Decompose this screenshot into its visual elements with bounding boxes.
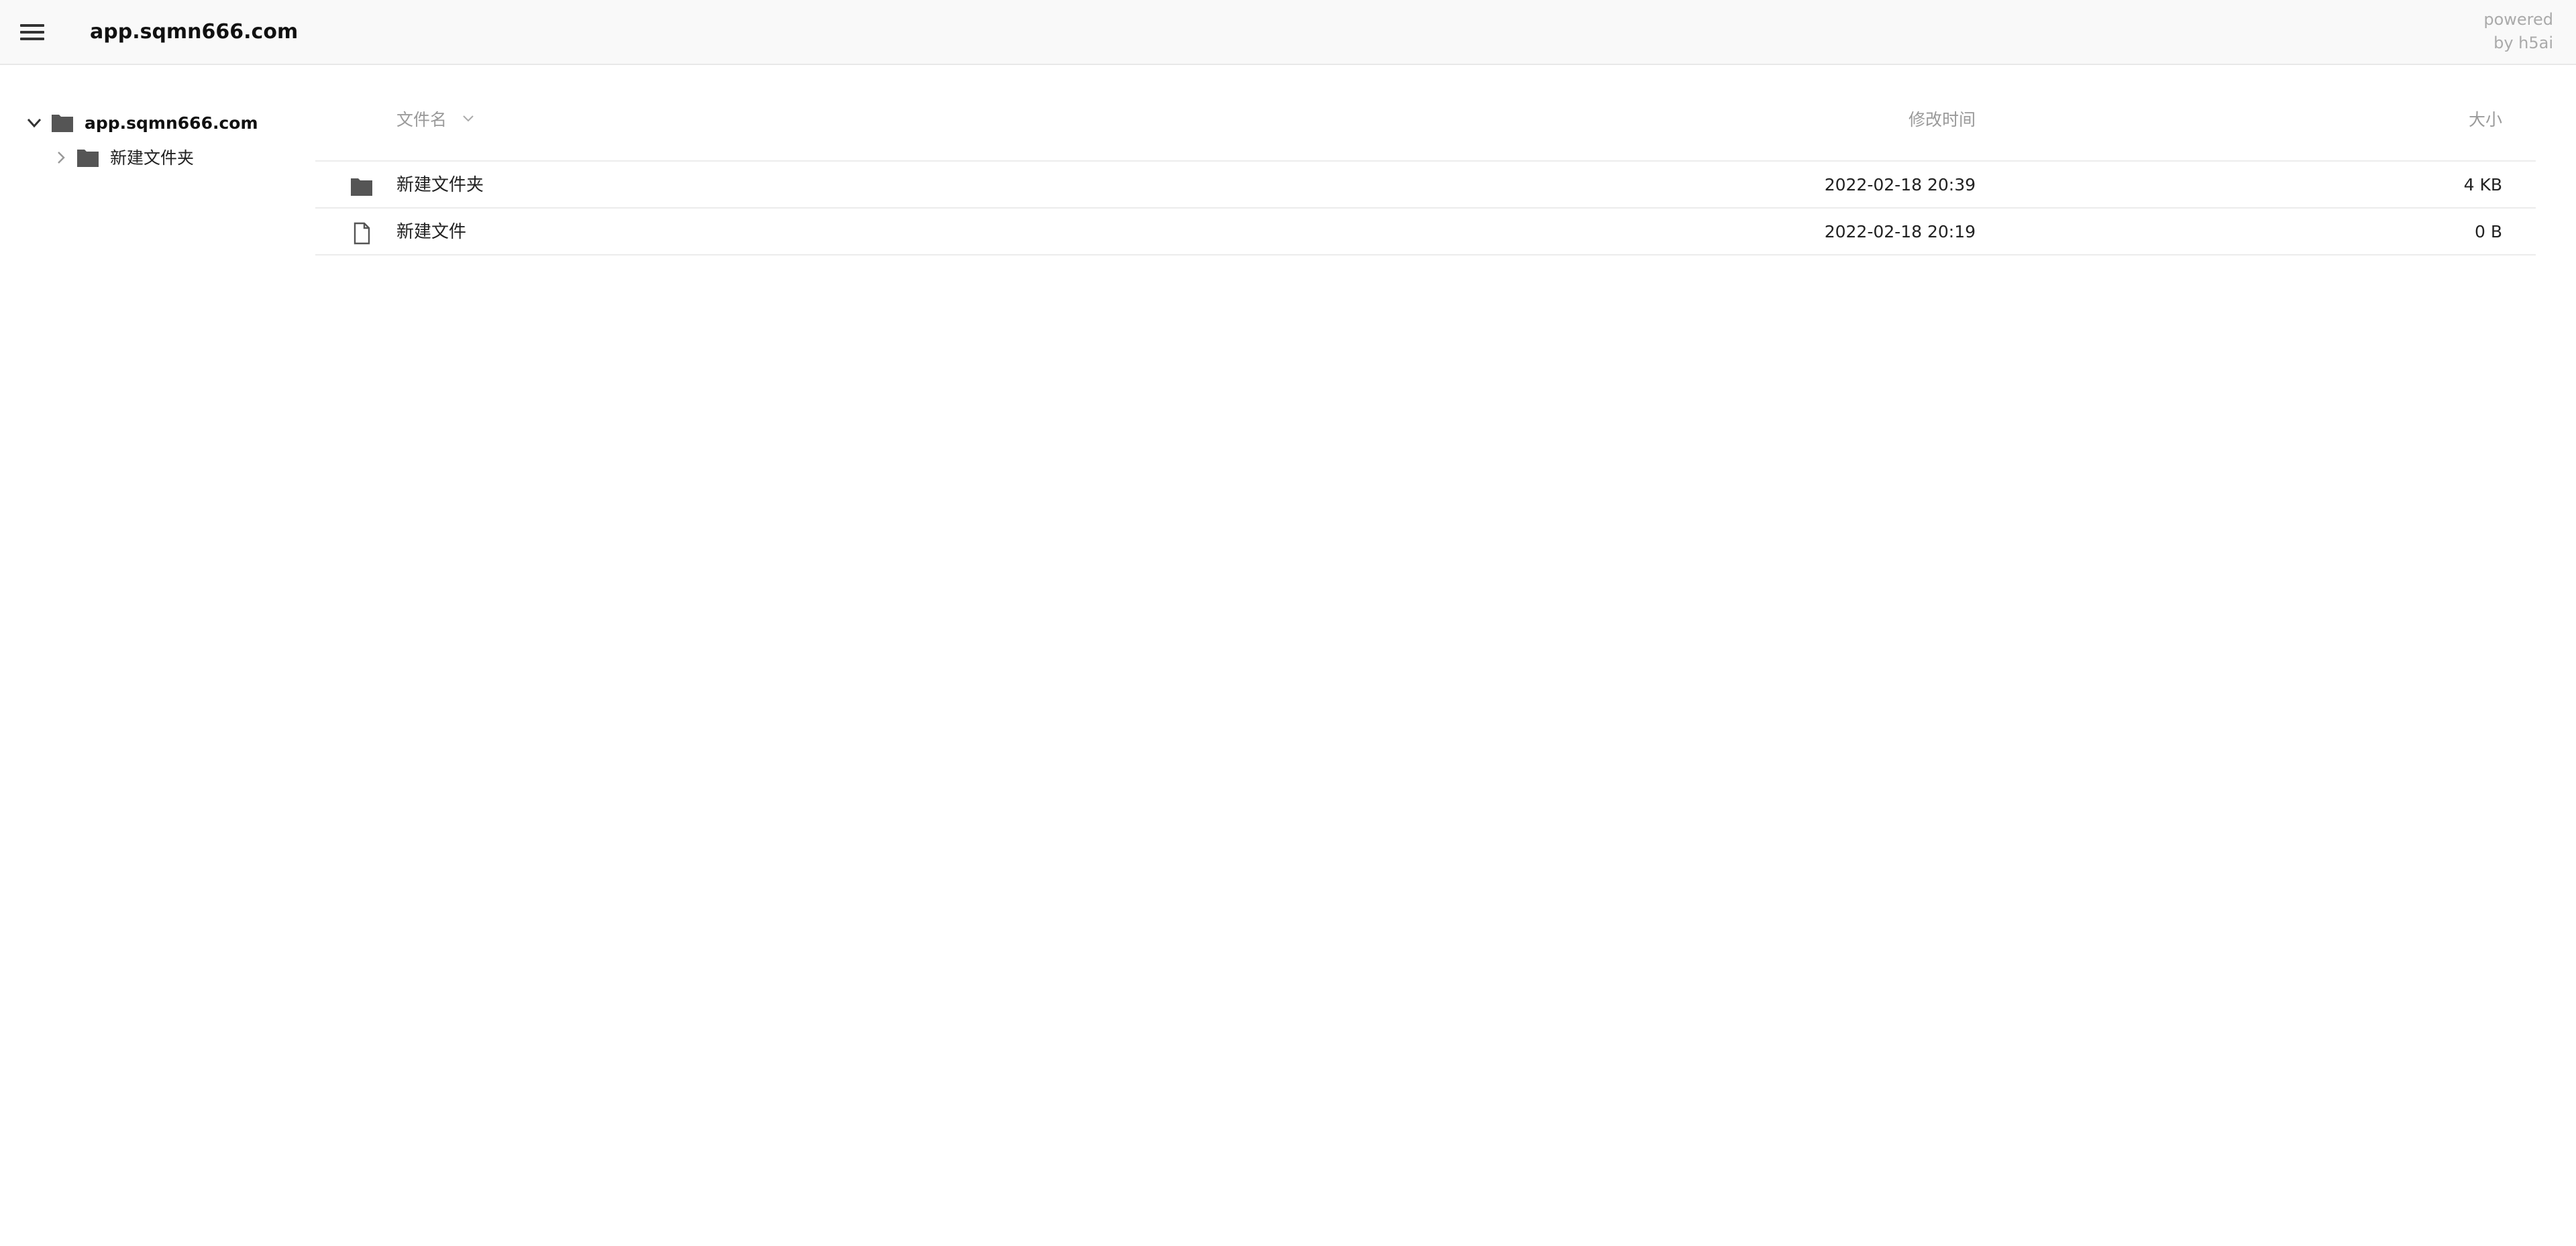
file-list: 文件名 修改时间 大小 新建文件夹 2022-02-18 20:39 4 KB … xyxy=(315,65,2536,1246)
folder-tree: app.sqmn666.com 新建文件夹 xyxy=(0,65,315,1246)
menu-line xyxy=(20,31,44,34)
hamburger-menu-icon[interactable] xyxy=(17,19,47,46)
folder-icon xyxy=(52,115,73,132)
column-header-size[interactable]: 大小 xyxy=(2469,107,2502,133)
file-modified: 2022-02-18 20:39 xyxy=(1824,175,1976,194)
folder-icon xyxy=(351,178,372,196)
powered-line-1: powered xyxy=(2483,10,2553,29)
powered-line-2: by h5ai xyxy=(2493,34,2553,52)
file-size: 4 KB xyxy=(2463,175,2502,194)
list-item-folder[interactable]: 新建文件夹 2022-02-18 20:39 4 KB xyxy=(315,162,2536,209)
app-title: app.sqmn666.com xyxy=(90,20,299,44)
chevron-right-icon[interactable] xyxy=(51,148,71,168)
column-header-name-label: 文件名 xyxy=(396,110,447,129)
sort-chevron-down-icon xyxy=(463,115,474,122)
file-icon xyxy=(354,222,370,245)
top-bar: app.sqmn666.com powered by h5ai xyxy=(0,0,2576,65)
column-header-name[interactable]: 文件名 xyxy=(396,107,476,133)
file-name: 新建文件夹 xyxy=(396,175,484,195)
tree-item-label: 新建文件夹 xyxy=(110,148,195,168)
menu-line xyxy=(20,24,44,27)
file-size: 0 B xyxy=(2474,222,2502,241)
file-modified: 2022-02-18 20:19 xyxy=(1824,222,1976,241)
list-header: 文件名 修改时间 大小 xyxy=(315,107,2536,162)
folder-icon xyxy=(77,150,99,167)
menu-line xyxy=(20,38,44,40)
powered-by-link[interactable]: powered by h5ai xyxy=(2483,8,2553,55)
column-header-modified[interactable]: 修改时间 xyxy=(1909,107,1976,133)
tree-item-label: app.sqmn666.com xyxy=(85,113,258,133)
file-name: 新建文件 xyxy=(396,222,467,242)
chevron-down-icon[interactable] xyxy=(24,113,44,133)
list-item-file[interactable]: 新建文件 2022-02-18 20:19 0 B xyxy=(315,209,2536,256)
